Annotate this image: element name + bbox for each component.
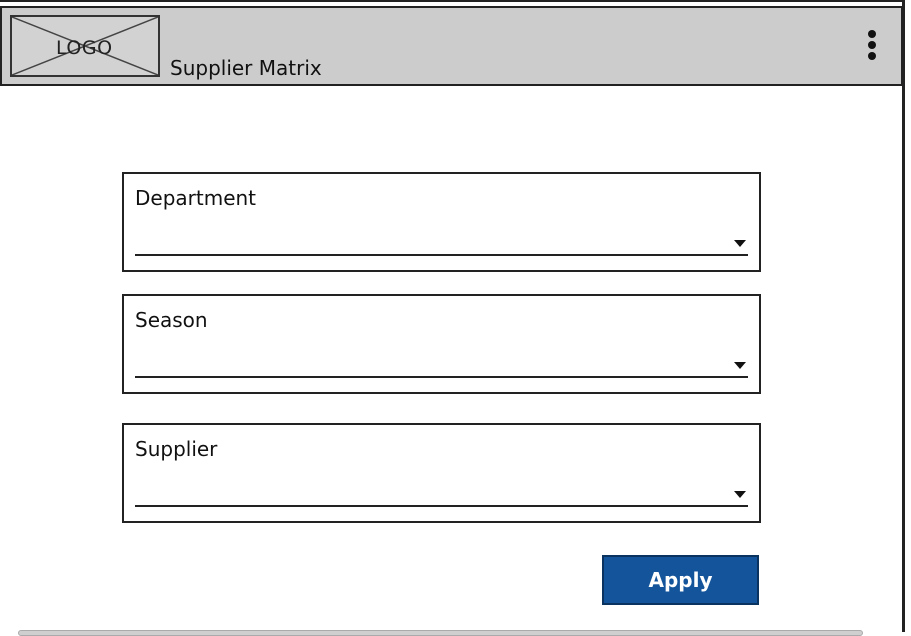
supplier-label: Supplier [135,437,218,461]
apply-button[interactable]: Apply [602,555,759,605]
kebab-menu-icon[interactable] [865,30,879,66]
supplier-select[interactable] [135,469,748,507]
department-select[interactable] [135,218,748,256]
supplier-field: Supplier [122,423,761,523]
department-field: Department [122,172,761,272]
horizontal-scrollbar[interactable] [0,628,900,636]
season-select[interactable] [135,340,748,378]
logo-text: LOGO [56,37,113,59]
scrollbar-thumb[interactable] [18,630,863,636]
logo-placeholder: LOGO [10,15,160,77]
season-field: Season [122,294,761,394]
app-header: LOGO Supplier Matrix [0,6,903,86]
chevron-down-icon [734,362,746,369]
season-label: Season [135,308,208,332]
page-title: Supplier Matrix [170,56,322,80]
chevron-down-icon [734,491,746,498]
chevron-down-icon [734,240,746,247]
department-label: Department [135,186,257,210]
